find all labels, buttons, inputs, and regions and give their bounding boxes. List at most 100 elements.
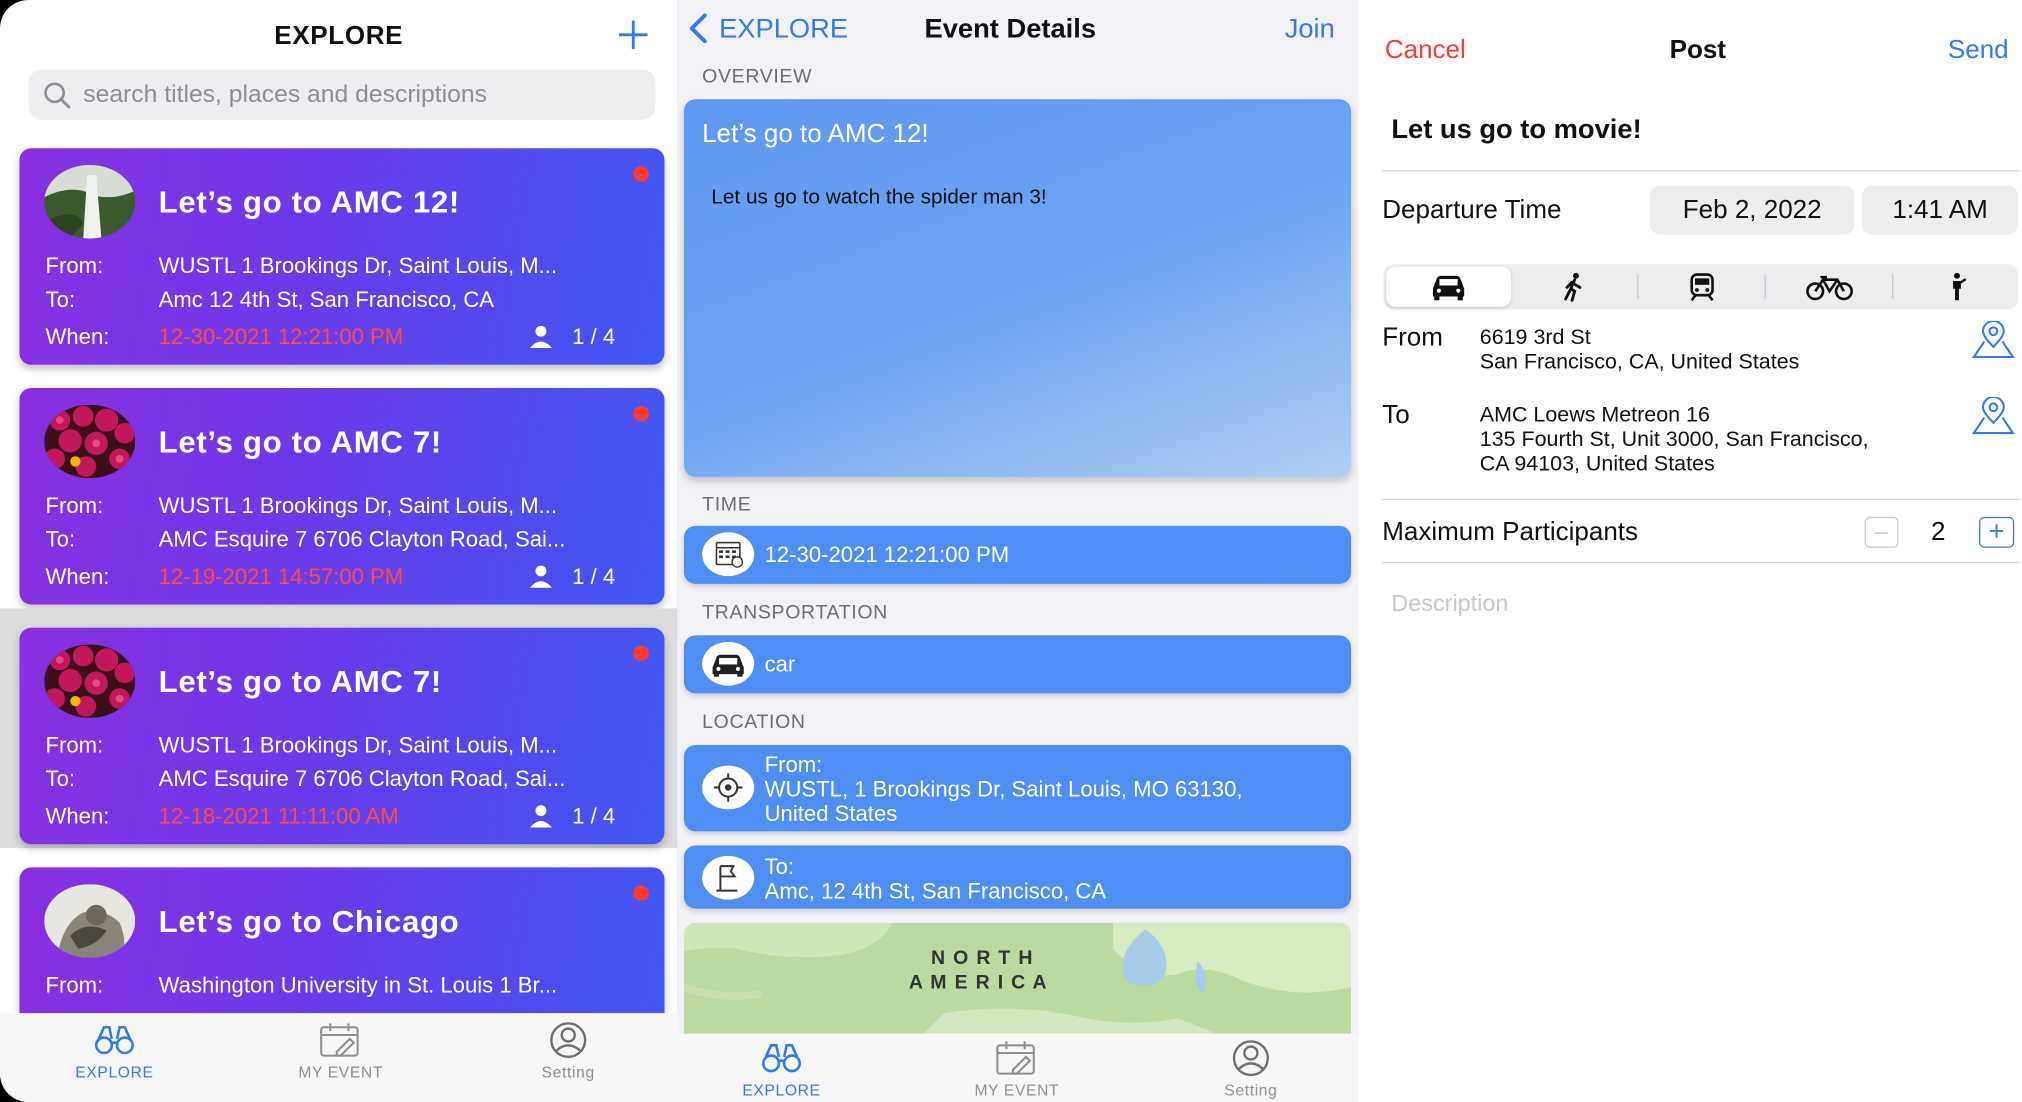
person-icon (529, 325, 552, 349)
list-item[interactable]: Let’s go to Chicago From: Washington Uni… (0, 848, 677, 1016)
tab-bar: EXPLORE MY EVENT Setting (677, 1033, 1358, 1102)
event-card[interactable]: Let’s go to AMC 7! From: WUSTL 1 Brookin… (19, 627, 665, 845)
flag-icon (702, 855, 755, 900)
time-value: 12-30-2021 12:21:00 PM (764, 542, 1010, 568)
page-title: EXPLORE (274, 21, 404, 51)
decrement-button[interactable]: – (1864, 516, 1899, 548)
tab-label: MY EVENT (974, 1081, 1060, 1100)
participant-count: 1 / 4 (572, 564, 616, 590)
list-item-selected[interactable]: Let’s go to AMC 7! From: WUSTL 1 Brookin… (0, 608, 678, 849)
from-value: Washington University in St. Louis 1 Br.… (158, 973, 558, 998)
tab-label: Setting (541, 1063, 595, 1082)
user-circle-icon (1232, 1040, 1269, 1077)
to-location-value: Amc, 12 4th St, San Francisco, CA (764, 879, 1107, 904)
mode-car[interactable] (1386, 266, 1511, 307)
to-value: AMC Esquire 7 6706 Clayton Road, Sai... (158, 527, 566, 552)
time-picker[interactable]: 1:41 AM (1862, 185, 2019, 235)
to-location-row: To: Amc, 12 4th St, San Francisco, CA (683, 845, 1352, 909)
max-participants-value: 2 (1930, 518, 1946, 547)
person-icon (529, 805, 552, 828)
transportation-value: car (764, 652, 796, 677)
tab-label: MY EVENT (298, 1063, 384, 1082)
map-pin-icon[interactable] (1970, 320, 2017, 360)
event-image-flowers (44, 644, 136, 718)
tab-label: Setting (1224, 1081, 1278, 1100)
map-pin-icon[interactable] (1970, 396, 2017, 436)
car-icon (1432, 275, 1465, 301)
when-label: When: (45, 324, 110, 350)
tab-explore[interactable]: EXPLORE (62, 1023, 166, 1081)
send-button[interactable]: Send (1948, 36, 2009, 66)
overview-card: Let’s go to AMC 12! Let us go to watch t… (683, 99, 1352, 477)
from-label: From (1382, 323, 1443, 352)
unread-dot (633, 406, 649, 422)
divider (1382, 498, 2020, 501)
back-button-label[interactable]: EXPLORE (719, 14, 848, 45)
to-line2: 135 Fourth St, Unit 3000, San Francisco, (1479, 427, 1869, 452)
list-item[interactable]: Let’s go to AMC 12! From: WUSTL 1 Brooki… (0, 129, 677, 369)
from-location-label: From: (764, 752, 823, 778)
mode-walk[interactable] (1512, 267, 1637, 307)
when-value: 12-18-2021 11:11:00 AM (158, 804, 399, 829)
tab-setting[interactable]: Setting (1199, 1039, 1303, 1100)
car-icon (702, 641, 755, 686)
transportation-row: car (683, 635, 1352, 694)
event-image-gorilla (44, 884, 136, 958)
back-button[interactable] (688, 13, 709, 52)
stage: EXPLORE search titles, places and descri… (0, 0, 2022, 1102)
list-item[interactable]: Let’s go to AMC 7! From: WUSTL 1 Brookin… (0, 369, 677, 609)
when-label: When: (45, 804, 110, 829)
search-placeholder: search titles, places and descriptions (83, 81, 487, 109)
max-participants-label: Maximum Participants (1382, 518, 1639, 547)
from-location-line1: WUSTL, 1 Brookings Dr, Saint Louis, MO 6… (764, 777, 1243, 802)
event-title: Let’s go to AMC 7! (158, 425, 442, 461)
calendar-edit-icon (996, 1041, 1035, 1075)
binoculars-icon (94, 1025, 134, 1055)
event-title: Let’s go to AMC 7! (158, 665, 442, 700)
event-image-flowers (44, 404, 136, 479)
map-view[interactable]: N O R T H A M E R I C A (683, 922, 1352, 1039)
event-card[interactable]: Let’s go to Chicago From: Washington Uni… (19, 867, 665, 1016)
tab-setting[interactable]: Setting (516, 1021, 620, 1082)
to-location-label: To: (764, 854, 795, 880)
plus-icon (618, 20, 648, 49)
mode-train[interactable] (1640, 267, 1765, 307)
to-value: AMC Esquire 7 6706 Clayton Road, Sai... (158, 766, 566, 792)
increment-button[interactable]: + (1979, 516, 2015, 548)
transport-mode-segmented-control (1383, 264, 2020, 310)
mode-stand[interactable] (1895, 267, 2020, 307)
to-line1: AMC Loews Metreon 16 (1479, 403, 1710, 427)
event-title-input[interactable]: Let us go to movie! (1391, 115, 1641, 146)
tab-label: EXPLORE (75, 1063, 154, 1082)
page-title: Post (1669, 36, 1726, 65)
event-card[interactable]: Let’s go to AMC 7! From: WUSTL 1 Brookin… (19, 387, 665, 605)
to-label: To: (45, 527, 76, 552)
event-list: Let’s go to AMC 12! From: WUSTL 1 Brooki… (0, 129, 678, 1016)
chevron-left-icon (689, 13, 707, 44)
mode-bicycle[interactable] (1767, 267, 1892, 307)
add-event-button[interactable] (615, 15, 651, 54)
from-value: WUSTL 1 Brookings Dr, Saint Louis, M... (158, 733, 558, 758)
explore-screen: EXPLORE search titles, places and descri… (0, 0, 678, 1102)
event-image-waterfall (44, 164, 136, 239)
user-circle-icon (550, 1022, 587, 1059)
to-value: Amc 12 4th St, San Francisco, CA (158, 287, 495, 312)
departure-time-label: Departure Time (1382, 195, 1562, 225)
when-value: 12-30-2021 12:21:00 PM (158, 324, 404, 350)
tab-explore[interactable]: EXPLORE (729, 1041, 833, 1099)
participant-count: 1 / 4 (572, 804, 616, 829)
map-label-america: A M E R I C A (908, 971, 1048, 994)
cancel-button[interactable]: Cancel (1385, 36, 1466, 66)
tab-my-event[interactable]: MY EVENT (289, 1021, 393, 1082)
walk-icon (1564, 272, 1582, 302)
tab-my-event[interactable]: MY EVENT (965, 1039, 1069, 1100)
search-bar[interactable]: search titles, places and descriptions (28, 69, 656, 120)
tab-label: EXPLORE (742, 1081, 821, 1100)
event-card[interactable]: Let’s go to AMC 12! From: WUSTL 1 Brooki… (19, 148, 665, 365)
join-button[interactable]: Join (1285, 14, 1335, 45)
description-input[interactable]: Description (1391, 590, 1508, 617)
divider (1382, 561, 2020, 564)
calendar-icon (702, 532, 755, 577)
section-header-time: TIME (702, 493, 752, 516)
date-picker[interactable]: Feb 2, 2022 (1650, 185, 1855, 235)
